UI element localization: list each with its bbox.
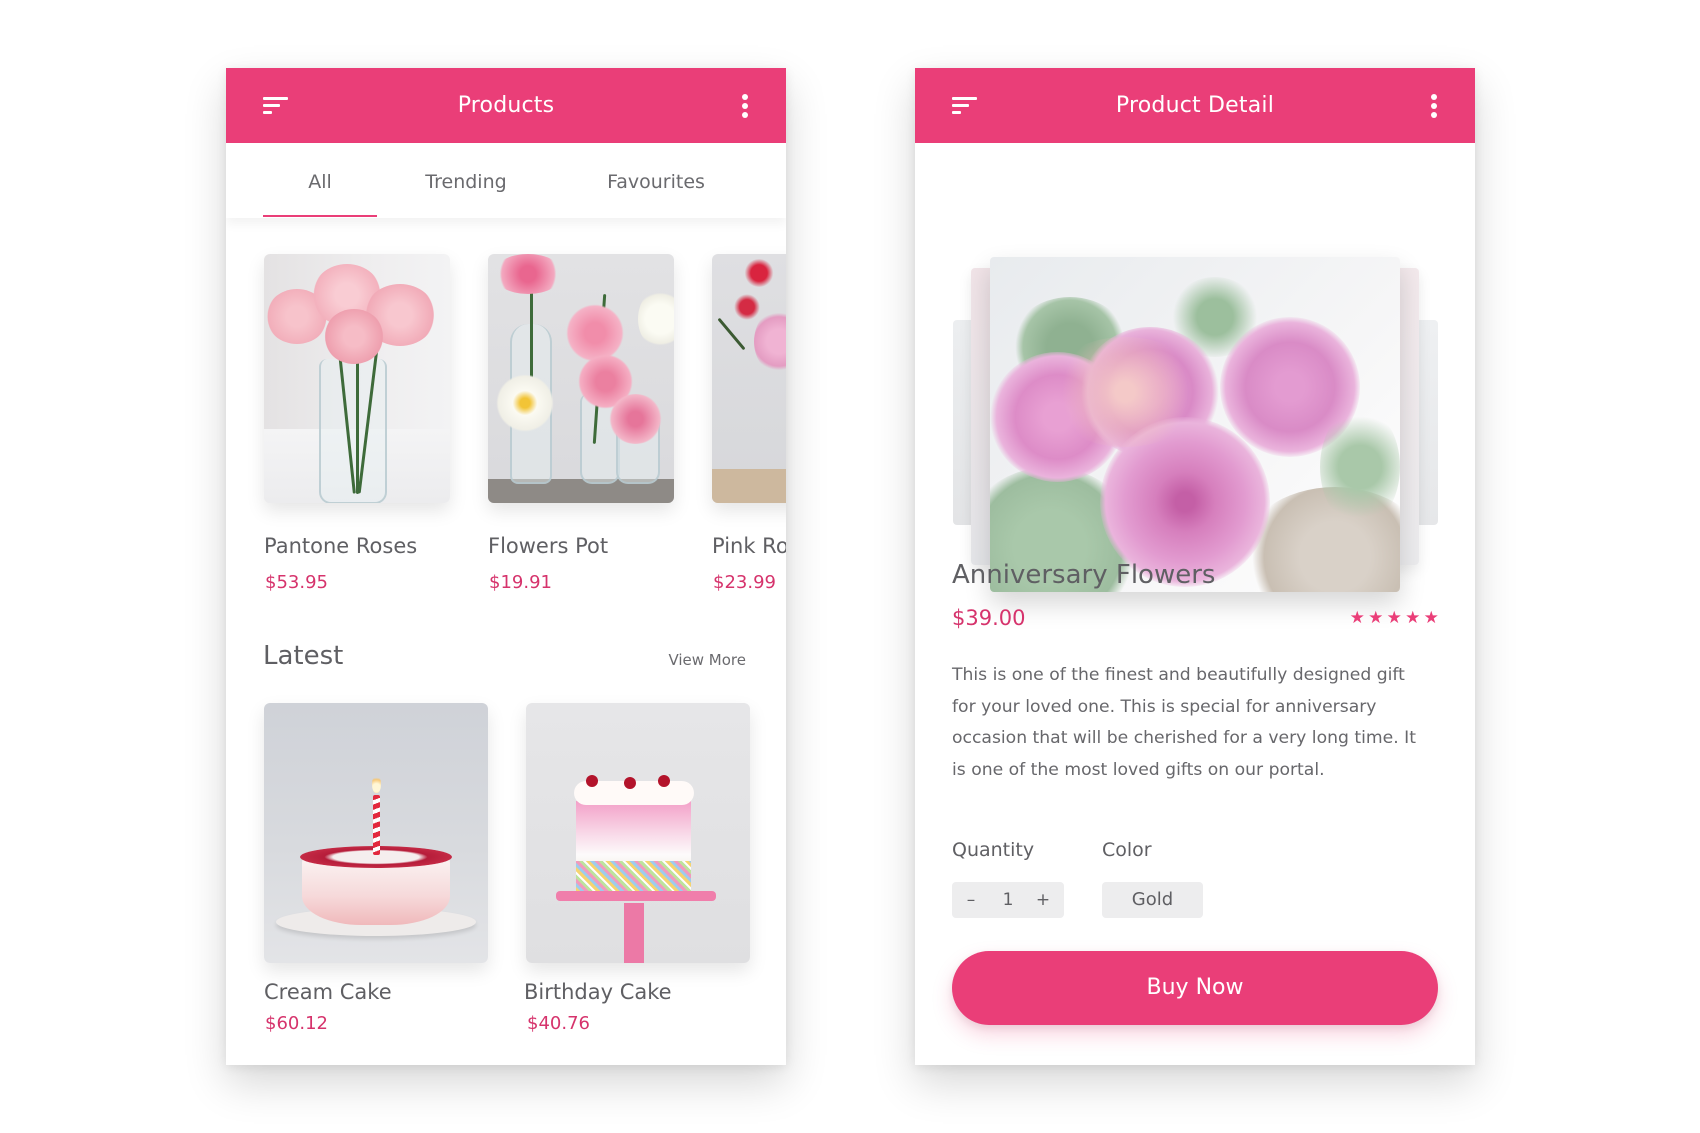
product-price: $39.00 <box>952 606 1026 630</box>
quantity-stepper: – 1 + <box>952 882 1064 918</box>
more-vertical-icon[interactable] <box>1429 94 1439 118</box>
star-icon: ★ <box>1405 608 1421 628</box>
star-icon: ★ <box>1386 608 1402 628</box>
more-vertical-icon[interactable] <box>740 94 750 118</box>
rating-stars: ★ ★ ★ ★ ★ <box>1348 606 1441 630</box>
products-app-bar: Products <box>226 68 786 143</box>
product-image-flowers-pot[interactable] <box>488 254 674 503</box>
detail-app-bar: Product Detail <box>915 68 1475 143</box>
tab-all[interactable]: All <box>263 143 377 218</box>
star-icon: ★ <box>1368 608 1384 628</box>
products-screen: Products All Trending Favourites Pantone… <box>226 68 786 1065</box>
tab-favourites[interactable]: Favourites <box>566 143 746 218</box>
product-image-cream-cake[interactable] <box>264 703 488 963</box>
product-image-pantone-roses[interactable] <box>264 254 450 503</box>
quantity-label: Quantity <box>952 839 1035 861</box>
product-image-birthday-cake[interactable] <box>526 703 750 963</box>
star-icon: ★ <box>1349 608 1365 628</box>
tab-trending[interactable]: Trending <box>406 143 526 218</box>
product-name: Flowers Pot <box>488 534 609 558</box>
product-name: Cream Cake <box>264 980 392 1004</box>
increment-button[interactable]: + <box>1028 882 1058 918</box>
category-tabs: All Trending Favourites <box>226 143 786 218</box>
product-detail-screen: Product Detail Anniversary Flowers $39.0… <box>915 68 1475 1065</box>
product-image-pink-roses[interactable] <box>712 254 786 503</box>
product-price: $60.12 <box>265 1013 328 1034</box>
product-price: $53.95 <box>265 572 328 593</box>
product-name: Birthday Cake <box>524 980 672 1004</box>
product-main-image[interactable] <box>990 257 1400 592</box>
product-description: This is one of the finest and beautifull… <box>952 665 1416 780</box>
product-image-carousel[interactable] <box>915 143 1475 592</box>
decrement-button[interactable]: – <box>956 882 986 918</box>
product-price: $23.99 <box>713 572 776 593</box>
quantity-value: 1 <box>1002 890 1014 910</box>
detail-title: Product Detail <box>1115 93 1275 118</box>
latest-section-title: Latest <box>263 641 344 671</box>
star-icon: ★ <box>1423 608 1439 628</box>
product-name: Anniversary Flowers <box>952 560 1216 590</box>
product-name: Pantone Roses <box>264 534 418 558</box>
product-price: $40.76 <box>527 1013 590 1034</box>
product-price: $19.91 <box>489 572 552 593</box>
view-more-link[interactable]: View More <box>668 651 746 669</box>
product-name: Pink Ro <box>712 534 786 558</box>
products-title: Products <box>457 93 555 118</box>
buy-now-button[interactable]: Buy Now <box>952 951 1438 1025</box>
color-select[interactable]: Gold <box>1102 882 1203 918</box>
color-label: Color <box>1102 839 1152 861</box>
